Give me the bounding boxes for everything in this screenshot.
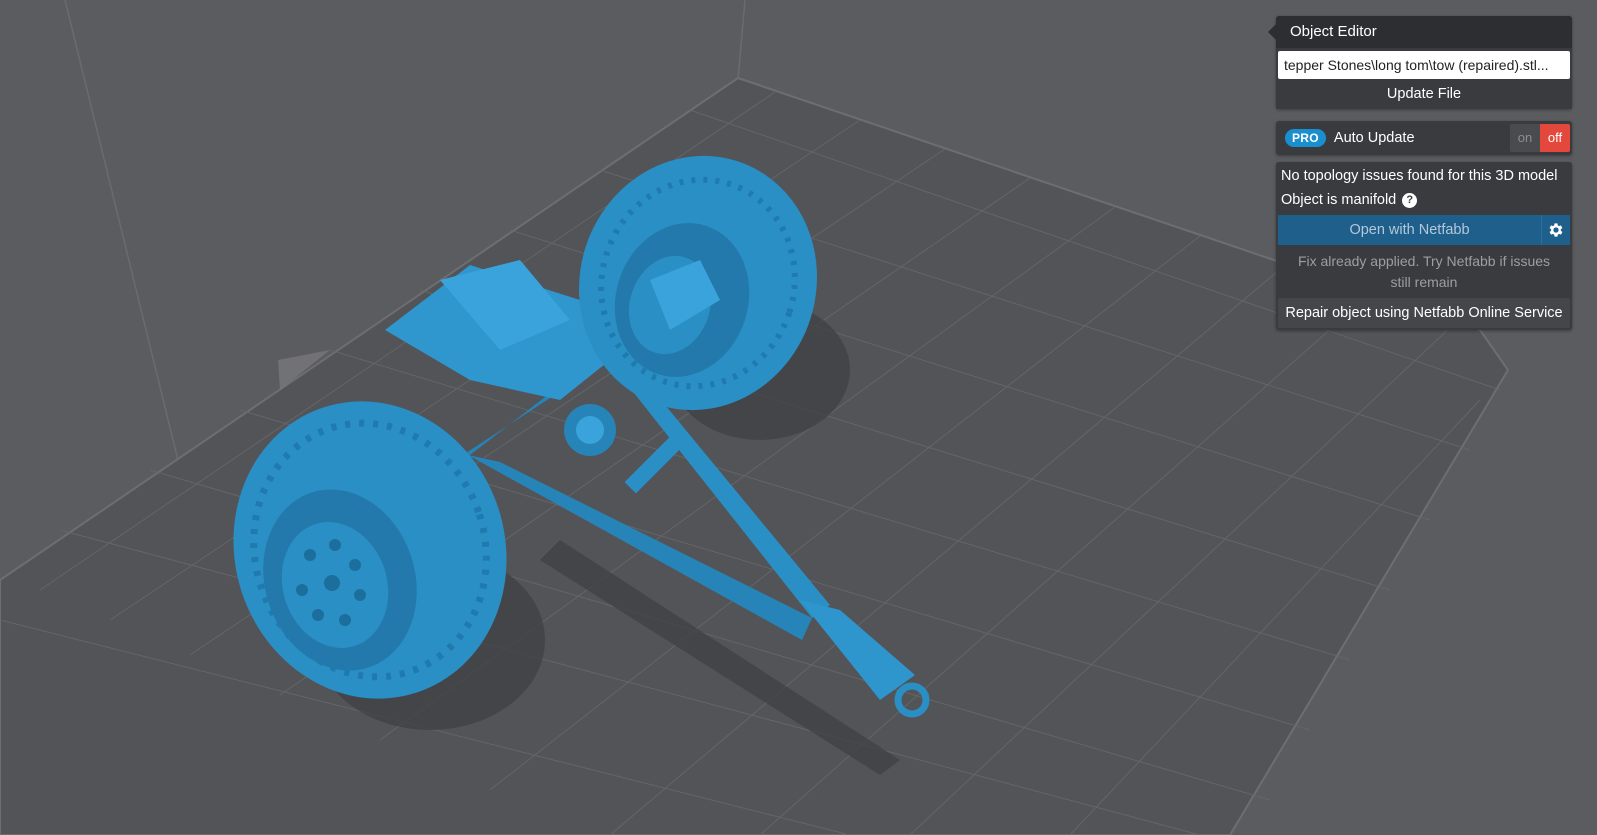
auto-update-label: Auto Update (1333, 130, 1415, 146)
fix-applied-note: Fix already applied. Try Netfabb if issu… (1297, 253, 1551, 290)
topology-panel: No topology issues found for this 3D mod… (1276, 162, 1572, 330)
update-file-button[interactable]: Update File (1276, 79, 1572, 109)
toggle-off-option[interactable]: off (1540, 124, 1570, 152)
manifold-row: Object is manifold? (1276, 188, 1572, 212)
toggle-on-option[interactable]: on (1510, 124, 1540, 152)
manifold-status: Object is manifold (1281, 192, 1397, 208)
file-path-input[interactable] (1278, 51, 1570, 79)
netfabb-settings-button[interactable] (1541, 215, 1570, 245)
question-icon[interactable]: ? (1402, 193, 1418, 208)
netfabb-row: Open with Netfabb (1278, 215, 1570, 245)
object-editor-title: Object Editor (1268, 16, 1572, 48)
auto-update-panel: PRO Auto Update on off (1276, 121, 1572, 155)
gear-icon (1549, 223, 1563, 237)
pro-badge: PRO (1285, 129, 1326, 147)
topology-status: No topology issues found for this 3D mod… (1281, 168, 1558, 184)
repair-netfabb-button[interactable]: Repair object using Netfabb Online Servi… (1278, 298, 1570, 328)
auto-update-toggle[interactable]: on off (1510, 124, 1570, 152)
open-netfabb-button[interactable]: Open with Netfabb (1278, 215, 1541, 245)
object-editor-panel: Object Editor Update File (1268, 16, 1572, 109)
